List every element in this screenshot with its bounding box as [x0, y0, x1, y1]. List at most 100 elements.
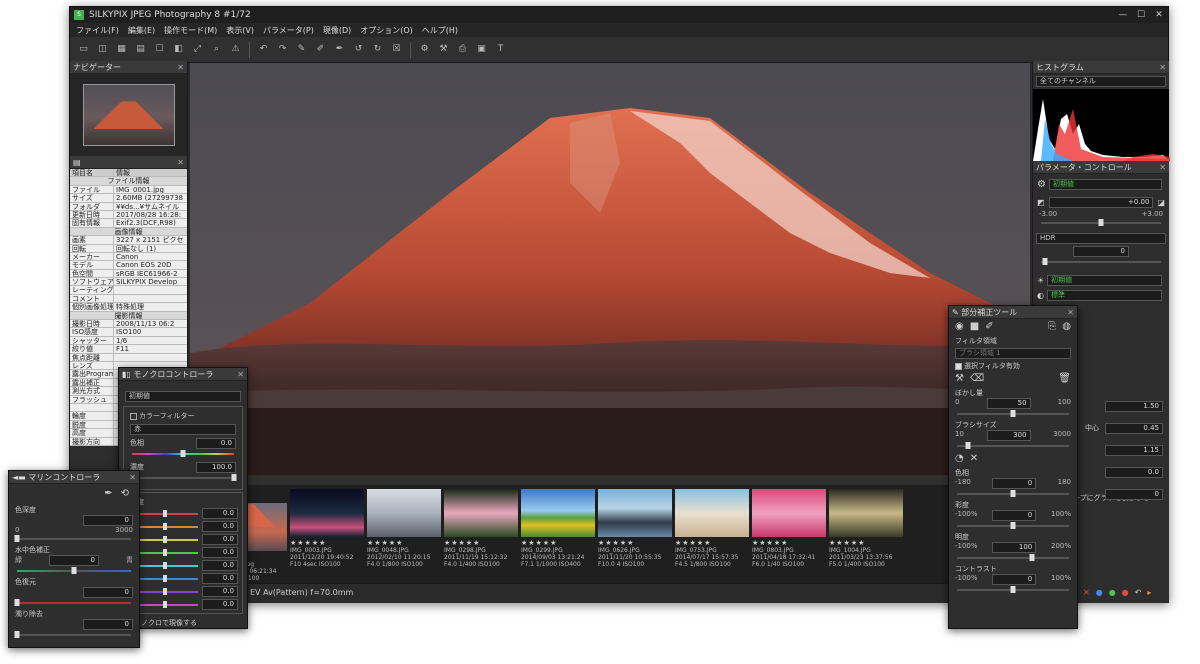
effect-close-icon[interactable]: ✕: [970, 453, 978, 464]
hdr-spin[interactable]: 0: [1073, 246, 1129, 257]
thumbnail[interactable]: ★★★★★ IMG_0803.JPG 2011/04/18 17:32:41 F6.0…: [752, 489, 826, 583]
white-balance-icon[interactable]: ☀: [1037, 276, 1044, 285]
rating-stars[interactable]: ★★★★★: [290, 540, 364, 547]
hdr-slider[interactable]: [1041, 258, 1161, 265]
density-slider[interactable]: [132, 474, 237, 481]
redo-icon[interactable]: ↷: [275, 42, 290, 57]
thumbnail[interactable]: ★★★★★ IMG_1004.JPG 2011/03/23 13:37:56 F5.0…: [829, 489, 903, 583]
minimize-button[interactable]: —: [1114, 10, 1132, 20]
mono-brightness-spin[interactable]: 0.0: [202, 521, 238, 532]
menu-view[interactable]: 表示(V): [226, 25, 254, 36]
marine-reset-icon[interactable]: ⟲: [121, 488, 129, 499]
brush-add-icon[interactable]: ⚒: [955, 373, 964, 384]
menu-option[interactable]: オプション(O): [360, 25, 413, 36]
red-channel-icon[interactable]: ✕: [1083, 588, 1090, 597]
close-button[interactable]: ✕: [1150, 10, 1168, 20]
thumbnail-image[interactable]: [752, 489, 826, 537]
delete-icon[interactable]: 🗑: [1058, 373, 1071, 384]
p-sat-slider[interactable]: [957, 522, 1069, 529]
thumbnail[interactable]: ★★★★★ IMG_0299.JPG 2014/09/03 13:21:24 F7.1…: [521, 489, 595, 583]
single-view-icon[interactable]: ☐: [152, 42, 167, 57]
thumbnail[interactable]: ★★★★★ IMG_0298.JPG 2011/11/19 15:12:32 F4.0…: [444, 489, 518, 583]
point-icon[interactable]: ◉: [955, 321, 964, 332]
menu-mode[interactable]: 操作モード(M): [164, 25, 217, 36]
menu-develop[interactable]: 現像(D): [323, 25, 351, 36]
rotate-left-icon[interactable]: ↺: [351, 42, 366, 57]
navigator-thumbnail[interactable]: [82, 84, 175, 146]
red-dot-icon[interactable]: ●: [1122, 588, 1129, 597]
channel-select[interactable]: 全てのチャンネル: [1036, 76, 1166, 87]
eraser-icon[interactable]: ⌫: [970, 373, 984, 384]
save-icon[interactable]: ◫: [95, 42, 110, 57]
rating-stars[interactable]: ★★★★★: [521, 540, 595, 547]
close-icon[interactable]: ✕: [129, 473, 136, 482]
p-contrast-slider[interactable]: [957, 586, 1069, 593]
menu-parameter[interactable]: パラメータ(P): [263, 25, 314, 36]
menu-edit[interactable]: 編集(E): [128, 25, 155, 36]
menu-file[interactable]: ファイル(F): [76, 25, 119, 36]
effect-icon[interactable]: ◔: [955, 453, 964, 464]
brush-icon[interactable]: ✐: [985, 321, 993, 332]
preset-select[interactable]: 初期値: [1048, 179, 1162, 190]
hue-correct-spin[interactable]: 0: [49, 555, 99, 566]
p-bright-slider[interactable]: [957, 554, 1069, 561]
mono-brightness-spin[interactable]: 0.0: [202, 573, 238, 584]
close-icon[interactable]: ✕: [177, 63, 184, 72]
exposure-slider[interactable]: [1041, 219, 1161, 226]
rating-stars[interactable]: ★★★★★: [598, 540, 672, 547]
turbidity-slider[interactable]: [14, 631, 131, 638]
rating-stars[interactable]: ★★★★★: [829, 540, 903, 547]
density-spin[interactable]: 100.0: [196, 462, 236, 473]
mono-brightness-spin[interactable]: 0.0: [202, 586, 238, 597]
strip-view-icon[interactable]: ▤: [133, 42, 148, 57]
rotate-right-icon[interactable]: ↻: [370, 42, 385, 57]
param-value-1[interactable]: 1.50: [1105, 401, 1163, 412]
hue-correct-slider[interactable]: [17, 567, 131, 574]
color-filter-checkbox[interactable]: カラーフィルター: [124, 411, 242, 421]
close-icon[interactable]: ✕: [177, 158, 184, 167]
size-spin[interactable]: 300: [986, 430, 1031, 441]
thumbnail-image[interactable]: [829, 489, 903, 537]
thumbnail-image[interactable]: [675, 489, 749, 537]
thumbnail-image[interactable]: [444, 489, 518, 537]
depth-slider[interactable]: [14, 535, 131, 542]
maximize-button[interactable]: ☐: [1132, 10, 1150, 20]
thumbnail[interactable]: ★★★★★ IMG_0753.JPG 2014/07/17 15:57:35 F4.5…: [675, 489, 749, 583]
blur-spin[interactable]: 50: [986, 398, 1031, 409]
export-icon[interactable]: ▸: [1147, 588, 1151, 597]
mono-brightness-spin[interactable]: 0.0: [202, 508, 238, 519]
blue-channel-icon[interactable]: ●: [1096, 588, 1103, 597]
p-bright-spin[interactable]: 100: [992, 542, 1037, 553]
open-folder-icon[interactable]: ▭: [76, 42, 91, 57]
undo-icon[interactable]: ↶: [256, 42, 271, 57]
depth-spin[interactable]: 0: [83, 515, 133, 526]
auto-exposure-icon[interactable]: ◪: [1157, 198, 1165, 207]
close-icon[interactable]: ✕: [1159, 163, 1166, 172]
thumbnail[interactable]: ★★★★★ IMG_0048.JPG 2012/02/10 11:20:15 F4.0…: [367, 489, 441, 583]
hue-slider[interactable]: [132, 450, 234, 457]
rating-stars[interactable]: ★★★★★: [752, 540, 826, 547]
turbidity-spin[interactable]: 0: [83, 619, 133, 630]
mono-preset-select[interactable]: 初期値: [125, 391, 241, 402]
green-channel-icon[interactable]: ●: [1109, 588, 1116, 597]
exposure-spin[interactable]: +0.00: [1048, 197, 1154, 208]
paste-param-icon[interactable]: ✐: [313, 42, 328, 57]
filmstrip[interactable]: ★★★★★IMG_0002.jpg2006/11/13 06:21:34F11 …: [190, 485, 950, 583]
reset-icon[interactable]: ↶: [1135, 588, 1142, 597]
marine-dropper-icon[interactable]: ✒: [104, 488, 112, 499]
eyedropper-icon[interactable]: ✒: [332, 42, 347, 57]
p-hue-spin[interactable]: 0: [992, 478, 1037, 489]
param-value-5[interactable]: 0: [1105, 489, 1163, 500]
image-viewer[interactable]: [190, 63, 1030, 475]
restore-spin[interactable]: 0: [83, 587, 133, 598]
mono-brightness-spin[interactable]: 0.0: [202, 599, 238, 610]
hdr-select[interactable]: HDR: [1036, 233, 1166, 244]
param-value-4[interactable]: 0.0: [1105, 467, 1163, 478]
size-slider[interactable]: [957, 442, 1069, 449]
filter-enabled-checkbox[interactable]: 選択フィルタ有効: [949, 361, 1077, 371]
stamp-icon[interactable]: ◍: [1062, 321, 1071, 332]
warning-icon[interactable]: ⚠: [228, 42, 243, 57]
tone-icon[interactable]: ◐: [1037, 291, 1044, 300]
thumbnail-image[interactable]: [290, 489, 364, 537]
blur-slider[interactable]: [957, 410, 1069, 417]
